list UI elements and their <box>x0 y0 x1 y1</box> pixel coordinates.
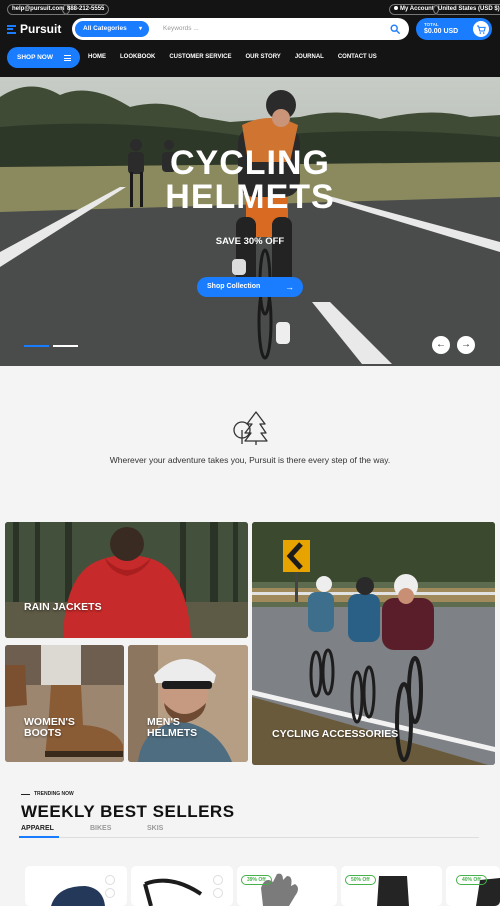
main-nav: HOME LOOKBOOK CUSTOMER SERVICE OUR STORY… <box>88 52 377 63</box>
product-image <box>143 878 203 906</box>
category-dropdown[interactable]: All Categories ▾ <box>75 21 149 37</box>
logo[interactable]: Pursuit <box>7 22 61 36</box>
logo-mark-icon <box>7 24 16 34</box>
nav-our-story[interactable]: OUR STORY <box>245 52 280 63</box>
mens-helmets-image <box>128 645 248 762</box>
my-account-label: My Account <box>400 6 434 12</box>
wishlist-icon[interactable] <box>105 875 115 885</box>
product-card[interactable] <box>25 866 127 906</box>
hero-slider: CYCLING HELMETS SAVE 30% OFF Shop Collec… <box>0 77 500 366</box>
shop-collection-button[interactable]: Shop Collection → <box>197 277 303 297</box>
shop-now-button[interactable]: SHOP NOW <box>7 47 80 68</box>
my-account-link[interactable]: My Account <box>389 4 439 15</box>
chevron-down-icon: ▾ <box>138 26 142 32</box>
trees-icon <box>233 411 268 445</box>
product-card[interactable]: 50% Off <box>341 866 442 906</box>
quick-view-icon[interactable] <box>213 888 223 898</box>
site-header: help@pursuit.com 888-212-5555 My Account… <box>0 0 500 77</box>
product-image <box>51 886 105 906</box>
prev-slide-button[interactable]: ← <box>432 336 450 354</box>
tab-skis[interactable]: SKIS <box>147 825 163 832</box>
nav-customer-service[interactable]: CUSTOMER SERVICE <box>169 52 231 63</box>
nav-home[interactable]: HOME <box>88 52 106 63</box>
tile-mens-helmets[interactable]: MEN'S HELMETS <box>128 645 248 762</box>
menu-icon <box>64 55 71 61</box>
quick-view-icon[interactable] <box>105 888 115 898</box>
tile-rain-jackets-label: RAIN JACKETS <box>24 601 102 613</box>
intro-message: Wherever your adventure takes you, Pursu… <box>109 455 391 465</box>
arrow-right-icon: → <box>461 339 471 350</box>
hero-image <box>0 77 500 366</box>
slide-dot-active[interactable] <box>24 345 49 347</box>
tile-cycling-accessories-label: CYCLING ACCESSORIES <box>272 728 399 740</box>
slide-dot[interactable] <box>53 345 78 347</box>
product-card[interactable]: 39% Off <box>237 866 337 906</box>
discount-badge: 50% Off <box>345 875 376 885</box>
search-icon[interactable] <box>390 24 400 34</box>
category-dropdown-label: All Categories <box>83 25 127 32</box>
next-slide-button[interactable]: → <box>457 336 475 354</box>
tile-womens-boots-label: WOMEN'S BOOTS <box>24 716 75 739</box>
search-input[interactable]: Keywords ... <box>163 18 199 40</box>
cart-icon <box>473 21 489 37</box>
rain-jackets-image <box>5 522 248 638</box>
cart-total-label: TOTAL <box>424 22 439 27</box>
hero-subtitle: SAVE 30% OFF <box>215 236 285 247</box>
product-card[interactable]: 40% Off <box>446 866 500 906</box>
tab-bikes[interactable]: BIKES <box>90 825 111 832</box>
search-bar: All Categories ▾ Keywords ... <box>72 18 409 40</box>
nav-contact-us[interactable]: CONTACT US <box>338 52 377 63</box>
shop-now-label: SHOP NOW <box>17 54 53 61</box>
tile-mens-helmets-label: MEN'S HELMETS <box>147 716 198 739</box>
product-image <box>476 878 500 906</box>
tile-cycling-accessories[interactable]: CYCLING ACCESSORIES <box>252 522 495 765</box>
phone-link[interactable]: 888-212-5555 <box>62 4 110 15</box>
currency-selector[interactable]: United States (USD $) <box>433 4 500 15</box>
product-tabs: APPAREL BIKES SKIS <box>19 824 479 838</box>
eyebrow-line <box>21 793 30 795</box>
product-image <box>261 873 298 906</box>
hero-title-line1: CYCLING <box>170 144 330 182</box>
email-link[interactable]: help@pursuit.com <box>7 4 70 15</box>
tab-active-underline <box>19 836 59 838</box>
hero-title-line2: HELMETS <box>165 178 335 216</box>
cart-total-value: $0.00 USD <box>424 28 459 35</box>
section-title: WEEKLY BEST SELLERS <box>21 802 235 821</box>
intro-section: Wherever your adventure takes you, Pursu… <box>0 366 500 522</box>
trending-eyebrow: TRENDING NOW <box>21 791 74 797</box>
arrow-right-icon: → <box>285 282 294 292</box>
user-icon <box>394 6 398 11</box>
womens-boots-image <box>5 645 124 762</box>
nav-journal[interactable]: JOURNAL <box>295 52 324 63</box>
cart-button[interactable]: TOTAL $0.00 USD <box>416 18 492 40</box>
trending-eyebrow-label: TRENDING NOW <box>34 791 74 797</box>
product-card[interactable] <box>131 866 233 906</box>
logo-text: Pursuit <box>20 22 62 36</box>
tab-apparel[interactable]: APPAREL <box>21 825 54 832</box>
discount-badge: 40% Off <box>456 875 487 885</box>
shop-collection-label: Shop Collection <box>207 283 261 290</box>
tile-womens-boots[interactable]: WOMEN'S BOOTS <box>5 645 124 762</box>
wishlist-icon[interactable] <box>213 875 223 885</box>
product-image <box>377 876 409 906</box>
tile-rain-jackets[interactable]: RAIN JACKETS <box>5 522 248 638</box>
nav-lookbook[interactable]: LOOKBOOK <box>120 52 155 63</box>
discount-badge: 39% Off <box>241 875 272 885</box>
arrow-left-icon: ← <box>436 339 446 350</box>
